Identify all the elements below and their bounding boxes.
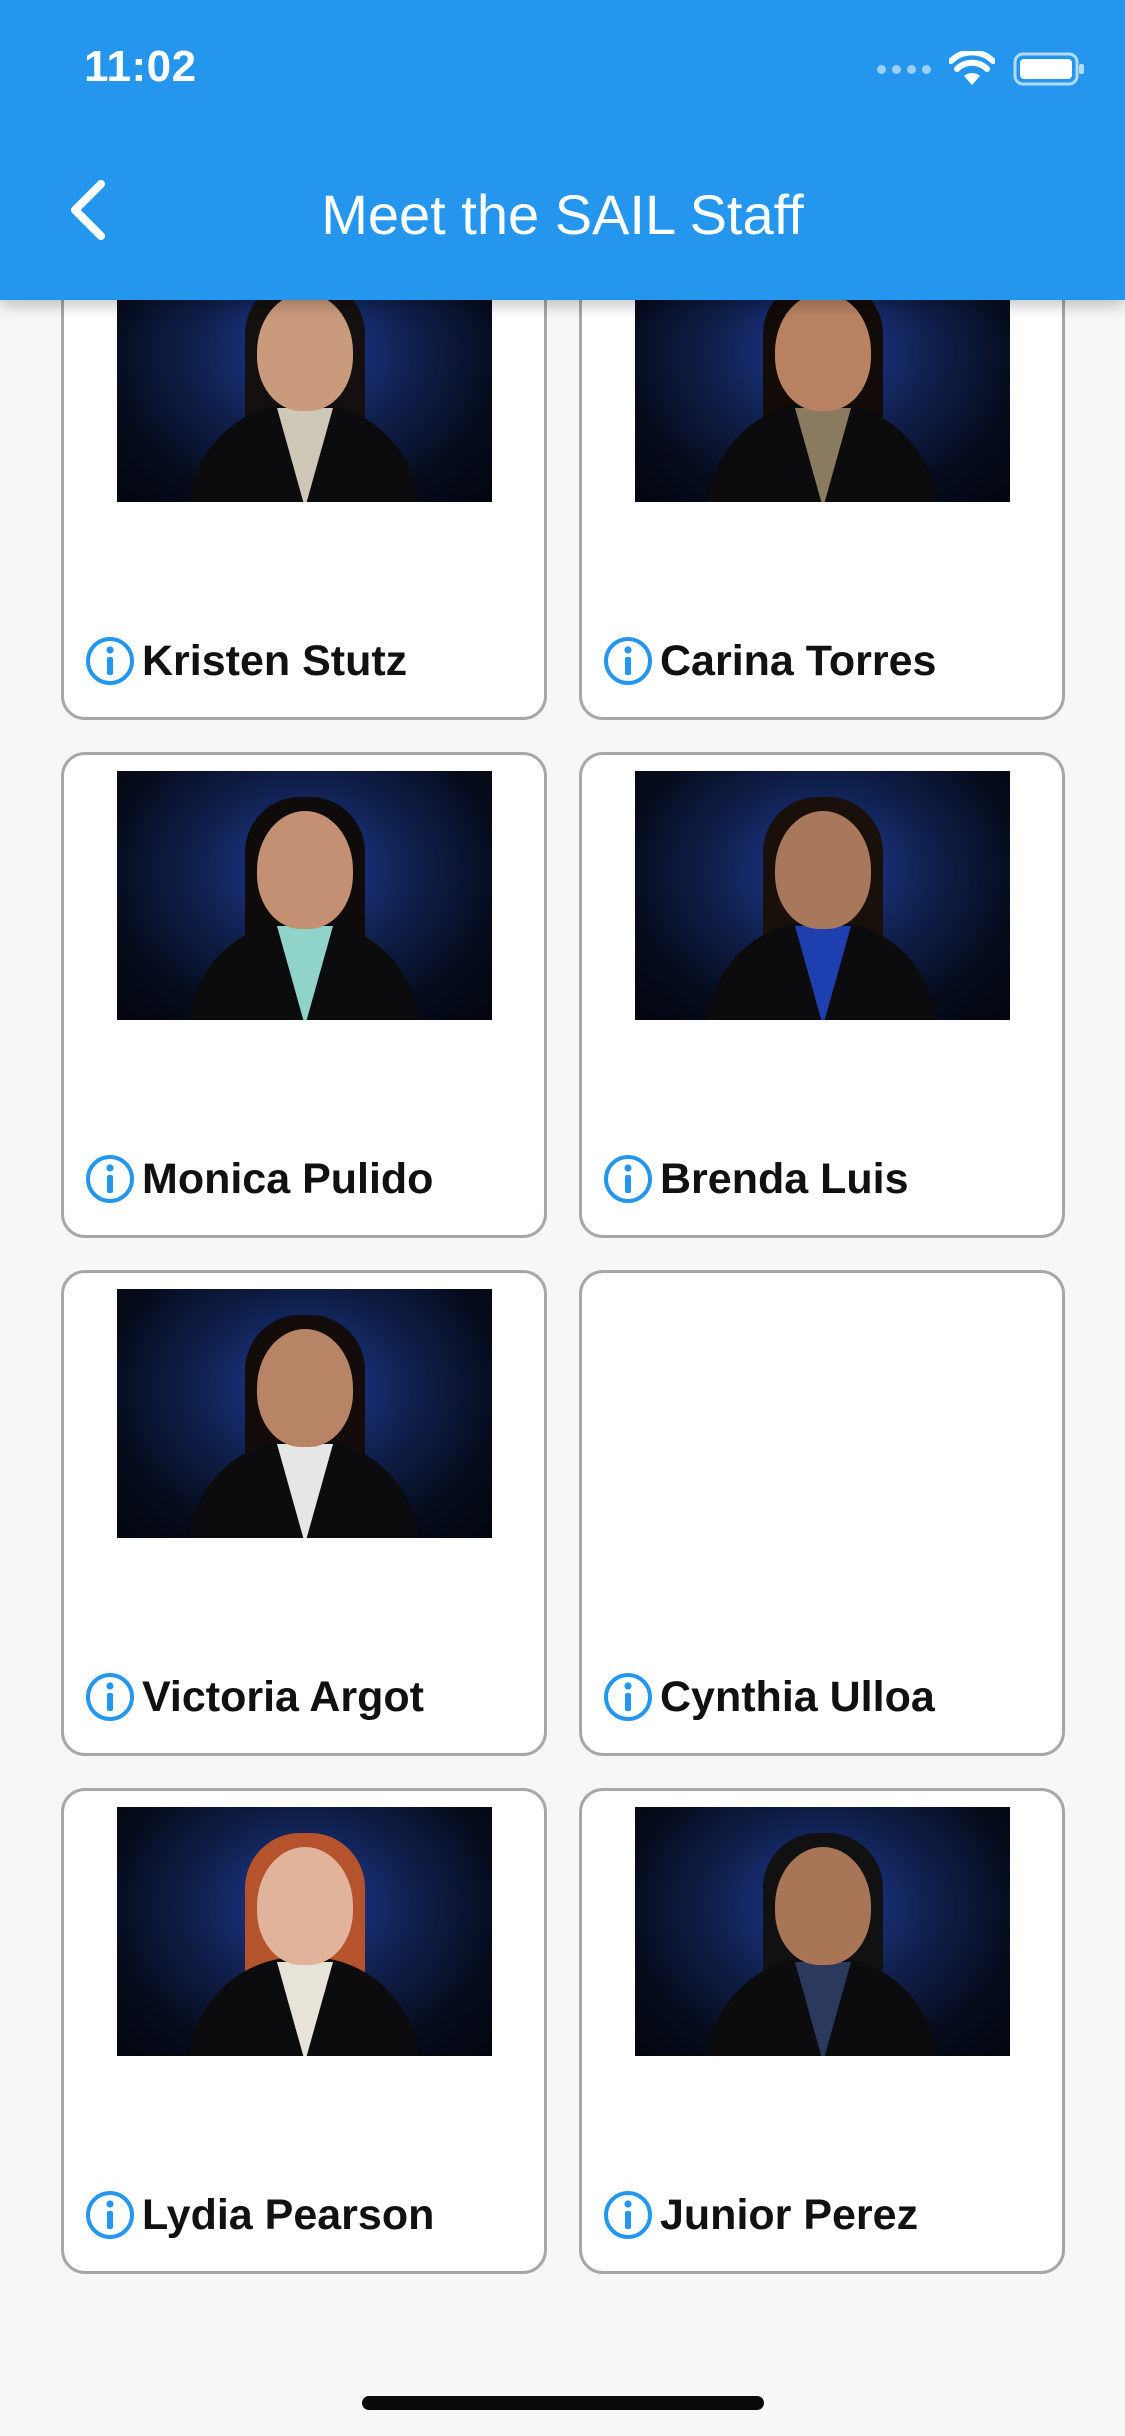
staff-name-row: Kristen Stutz — [84, 635, 407, 687]
staff-photo — [117, 771, 492, 1020]
info-icon[interactable] — [602, 635, 654, 687]
staff-grid[interactable]: Kristen Stutz Carina Torres Monica Pulido B… — [0, 0, 1125, 2436]
staff-photo — [635, 1807, 1010, 2056]
staff-card[interactable]: Cynthia Ulloa — [579, 1270, 1065, 1756]
staff-card[interactable]: Kristen Stutz — [61, 234, 547, 720]
info-icon[interactable] — [602, 2189, 654, 2241]
staff-screen: Kristen Stutz Carina Torres Monica Pulido B… — [0, 0, 1125, 2436]
staff-name-row: Monica Pulido — [84, 1153, 433, 1205]
staff-name: Victoria Argot — [142, 1672, 424, 1721]
staff-name: Carina Torres — [660, 636, 937, 685]
home-indicator[interactable] — [362, 2396, 764, 2410]
staff-name: Kristen Stutz — [142, 636, 408, 685]
staff-card[interactable]: Junior Perez — [579, 1788, 1065, 2274]
staff-name-row: Brenda Luis — [602, 1153, 909, 1205]
staff-card[interactable]: Carina Torres — [579, 234, 1065, 720]
staff-card[interactable]: Lydia Pearson — [61, 1788, 547, 2274]
staff-name-row: Victoria Argot — [84, 1671, 424, 1723]
staff-name-row: Junior Perez — [602, 2189, 918, 2241]
staff-name-row: Carina Torres — [602, 635, 936, 687]
staff-name: Junior Perez — [660, 2190, 919, 2239]
staff-card[interactable]: Monica Pulido — [61, 752, 547, 1238]
staff-card[interactable]: Victoria Argot — [61, 1270, 547, 1756]
status-time: 11:02 — [84, 42, 197, 91]
nav-header: 11:02 Meet the SAIL Staff — [0, 0, 1125, 300]
cellular-signal-icon — [877, 64, 931, 74]
staff-card[interactable]: Brenda Luis — [579, 752, 1065, 1238]
info-icon[interactable] — [602, 1671, 654, 1723]
staff-name: Brenda Luis — [660, 1154, 909, 1203]
staff-name-row: Lydia Pearson — [84, 2189, 434, 2241]
staff-name-row: Cynthia Ulloa — [602, 1671, 935, 1723]
page-title: Meet the SAIL Staff — [321, 183, 804, 246]
staff-photo — [117, 1807, 492, 2056]
wifi-icon — [949, 51, 995, 87]
staff-name: Lydia Pearson — [142, 2190, 435, 2239]
info-icon[interactable] — [602, 1153, 654, 1205]
status-icons — [877, 46, 1085, 92]
staff-name: Cynthia Ulloa — [660, 1672, 935, 1721]
staff-photo — [117, 1289, 492, 1538]
battery-icon — [1013, 51, 1085, 87]
staff-name: Monica Pulido — [142, 1154, 434, 1203]
staff-photo — [635, 771, 1010, 1020]
info-icon[interactable] — [84, 1153, 136, 1205]
info-icon[interactable] — [84, 635, 136, 687]
info-icon[interactable] — [84, 2189, 136, 2241]
staff-photo-placeholder — [635, 1289, 1010, 1538]
info-icon[interactable] — [84, 1671, 136, 1723]
